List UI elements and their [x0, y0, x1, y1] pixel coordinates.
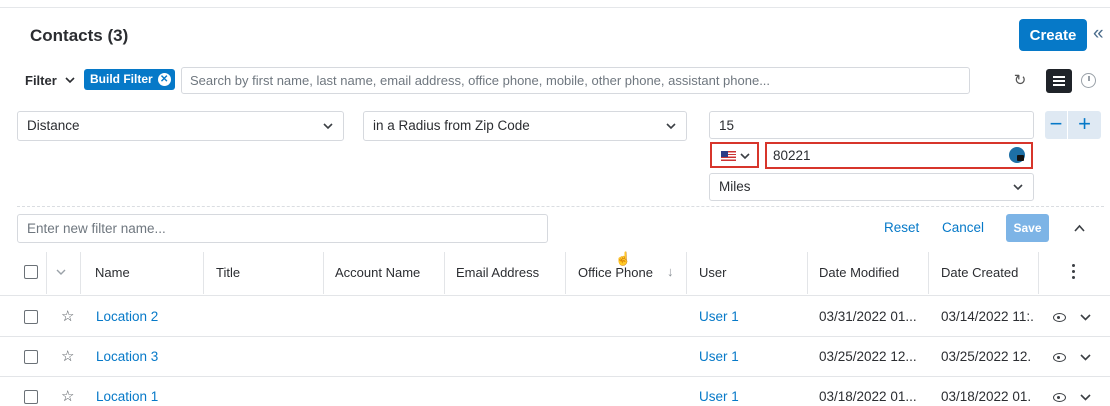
row-date-modified: 03/25/2022 12... [819, 349, 917, 364]
row-name-link[interactable]: Location 2 [96, 309, 158, 324]
cancel-link[interactable]: Cancel [942, 220, 984, 235]
table-row: ☆ Location 2 User 1 03/31/2022 01... 03/… [0, 297, 1110, 337]
filter-name-input[interactable] [17, 214, 548, 243]
password-manager-icon[interactable] [1009, 147, 1025, 163]
table-row: ☆ Location 1 User 1 03/18/2022 01... 03/… [0, 377, 1110, 406]
filter-field-select[interactable]: Distance [17, 111, 344, 141]
save-button[interactable]: Save [1006, 214, 1049, 242]
row-checkbox[interactable] [24, 350, 38, 364]
country-select[interactable] [710, 142, 759, 168]
column-header-phone[interactable]: Office Phone [578, 265, 653, 280]
column-separator [444, 252, 445, 294]
refresh-icon[interactable]: ↻ [1008, 70, 1032, 92]
reset-link[interactable]: Reset [884, 220, 919, 235]
sort-arrow-icon[interactable]: ↓ [667, 264, 674, 279]
row-date-created: 03/14/2022 11:. [941, 309, 1034, 324]
add-filter-button[interactable]: + [1068, 111, 1101, 139]
column-header-user[interactable]: User [699, 265, 726, 280]
eye-icon[interactable] [1053, 393, 1066, 402]
row-user-link[interactable]: User 1 [699, 349, 739, 364]
us-flag-icon [721, 151, 736, 161]
column-separator [686, 252, 687, 294]
column-separator [928, 252, 929, 294]
list-view-icon[interactable] [1046, 69, 1072, 93]
divider [17, 206, 1104, 207]
row-name-link[interactable]: Location 1 [96, 389, 158, 404]
row-date-created: 03/25/2022 12. [941, 349, 1032, 364]
column-header-email[interactable]: Email Address [456, 265, 539, 280]
column-separator [203, 252, 204, 294]
chevron-down-icon[interactable] [1080, 353, 1091, 361]
chevron-down-icon [1013, 184, 1023, 191]
chevron-up-icon[interactable] [1074, 224, 1085, 232]
more-options-icon[interactable] [1072, 264, 1076, 280]
filter-label[interactable]: Filter [25, 73, 57, 88]
remove-filter-button[interactable]: − [1045, 111, 1067, 139]
column-header-name[interactable]: Name [95, 265, 130, 280]
star-icon[interactable]: ☆ [61, 307, 74, 325]
eye-icon[interactable] [1053, 313, 1066, 322]
column-separator [807, 252, 808, 294]
column-separator [565, 252, 566, 294]
chevron-down-icon [740, 153, 750, 160]
select-all-checkbox[interactable] [24, 265, 38, 279]
chevron-down-icon[interactable] [1080, 393, 1091, 401]
filter-operator-value: in a Radius from Zip Code [373, 118, 530, 133]
row-checkbox[interactable] [24, 390, 38, 404]
eye-icon[interactable] [1053, 353, 1066, 362]
distance-unit-value: Miles [719, 179, 751, 194]
column-separator [46, 252, 47, 294]
column-separator [323, 252, 324, 294]
column-separator [80, 252, 81, 294]
column-header-date-modified[interactable]: Date Modified [819, 265, 899, 280]
chevron-down-icon[interactable] [64, 74, 76, 86]
build-filter-pill[interactable]: Build Filter ✕ [84, 69, 175, 90]
star-icon[interactable]: ☆ [61, 387, 74, 405]
row-checkbox[interactable] [24, 310, 38, 324]
row-date-modified: 03/18/2022 01... [819, 389, 917, 404]
column-separator [1038, 252, 1039, 294]
chevron-down-icon [666, 123, 676, 130]
chevron-down-icon[interactable] [56, 268, 66, 276]
star-icon[interactable]: ☆ [61, 347, 74, 365]
create-button[interactable]: Create [1019, 19, 1087, 51]
hand-cursor-icon: ☝ [615, 251, 632, 266]
distance-unit-select[interactable]: Miles [709, 173, 1034, 201]
close-icon[interactable]: ✕ [157, 73, 171, 86]
row-user-link[interactable]: User 1 [699, 309, 739, 324]
column-header-title[interactable]: Title [216, 265, 240, 280]
chevron-down-icon[interactable] [1080, 313, 1091, 321]
page-title: Contacts (3) [30, 26, 129, 45]
clock-icon[interactable] [1081, 73, 1096, 88]
top-strip [0, 0, 1110, 8]
collapse-panel-icon[interactable]: « [1093, 24, 1104, 43]
filter-field-value: Distance [27, 118, 80, 133]
build-filter-label: Build Filter [90, 72, 153, 86]
table-row: ☆ Location 3 User 1 03/25/2022 12... 03/… [0, 337, 1110, 377]
row-user-link[interactable]: User 1 [699, 389, 739, 404]
radius-input[interactable] [709, 111, 1034, 139]
search-input[interactable] [181, 67, 970, 94]
column-header-date-created[interactable]: Date Created [941, 265, 1018, 280]
row-date-modified: 03/31/2022 01... [819, 309, 917, 324]
chevron-down-icon [323, 123, 333, 130]
row-date-created: 03/18/2022 01. [941, 389, 1032, 404]
zip-code-input[interactable] [765, 142, 1033, 169]
filter-operator-select[interactable]: in a Radius from Zip Code [363, 111, 687, 141]
row-name-link[interactable]: Location 3 [96, 349, 158, 364]
column-header-account[interactable]: Account Name [335, 265, 420, 280]
